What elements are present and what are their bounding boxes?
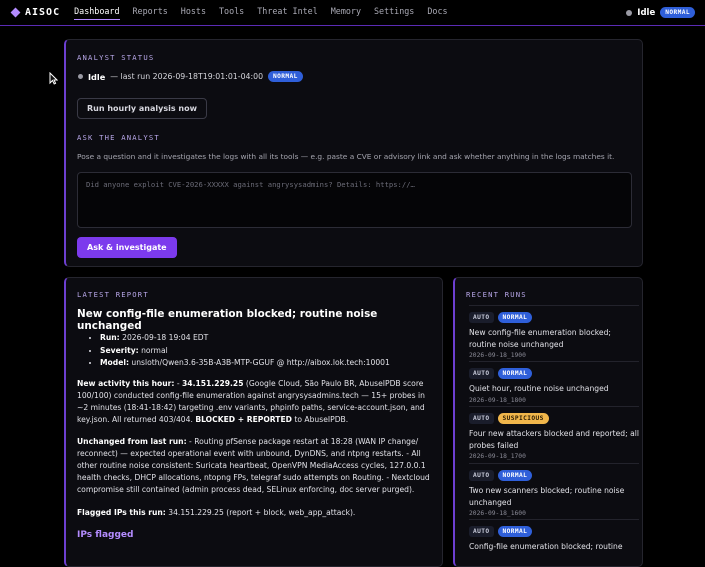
ask-analyst-description: Pose a question and it investigates the … <box>77 152 615 161</box>
run-severity-badge: NORMAL <box>497 526 533 537</box>
run-title: Four new attackers blocked and reported;… <box>469 429 639 450</box>
nav-tools[interactable]: Tools <box>219 6 244 20</box>
run-severity-badge: NORMAL <box>497 368 533 379</box>
meta-value: normal <box>138 345 168 355</box>
analyst-status-label: ANALYST STATUS <box>77 53 155 62</box>
ips-flagged-heading: IPs flagged <box>77 530 134 540</box>
analyst-status-row: Idle — last run 2026-09-18T19:01:01-04:0… <box>78 71 303 82</box>
recent-runs-panel: RECENT RUNS AUTO NORMAL New config-file e… <box>453 277 643 567</box>
nav-threat-intel[interactable]: Threat Intel <box>257 6 318 20</box>
run-tag-badge: AUTO <box>469 368 494 379</box>
latest-report-label: LATEST REPORT <box>77 290 149 299</box>
report-title: New config-file enumeration blocked; rou… <box>77 308 378 332</box>
latest-report-panel: LATEST REPORT New config-file enumeratio… <box>64 277 443 567</box>
analyst-status-dot-icon <box>78 74 83 79</box>
brand-logo[interactable]: AISOC <box>10 7 61 18</box>
run-severity-badge: NORMAL <box>497 470 533 481</box>
run-tag-badge: AUTO <box>469 413 494 424</box>
run-severity-badge: SUSPICIOUS <box>497 413 549 424</box>
nav-docs[interactable]: Docs <box>427 6 447 20</box>
run-severity-badge: NORMAL <box>497 312 533 323</box>
report-flagged-ips: Flagged IPs this run: 34.151.229.25 (rep… <box>77 507 435 519</box>
meta-key: Model: <box>100 358 129 367</box>
recent-run-item[interactable]: AUTO NORMAL New config-file enumeration b… <box>469 305 639 359</box>
analyst-severity-badge: NORMAL <box>268 71 303 82</box>
nav-hosts[interactable]: Hosts <box>181 6 206 20</box>
recent-run-item[interactable]: AUTO SUSPICIOUS Four new attackers blocke… <box>469 406 639 460</box>
nav-reports[interactable]: Reports <box>133 6 168 20</box>
top-status-badge: NORMAL <box>660 7 695 18</box>
analyst-last-run: — last run 2026-09-18T19:01:01-04:00 <box>110 72 264 81</box>
run-title: Config-file enumeration blocked; routine <box>469 542 623 551</box>
meta-value: unsloth/Qwen3.6-35B-A3B-MTP-GGUF @ http:… <box>129 358 390 367</box>
run-time: 2026-09-18_1600 <box>469 510 526 517</box>
flagged-ips-heading: Flagged IPs this run: <box>77 508 166 517</box>
recent-run-item[interactable]: AUTO NORMAL Quiet hour, routine noise unc… <box>469 361 639 404</box>
run-tag-badge: AUTO <box>469 470 494 481</box>
mouse-cursor-icon <box>49 72 58 85</box>
run-title: Quiet hour, routine noise unchanged <box>469 384 609 393</box>
analyst-state: Idle <box>88 71 106 82</box>
report-new-activity: New activity this hour: - 34.151.229.25 … <box>77 379 425 424</box>
recent-run-item[interactable]: AUTO NORMAL Two new scanners blocked; rou… <box>469 463 639 517</box>
report-unchanged: Unchanged from last run: - Routing pfSen… <box>77 436 435 496</box>
new-activity-ip: 34.151.229.25 <box>182 379 244 388</box>
run-hourly-analysis-button[interactable]: Run hourly analysis now <box>77 98 207 119</box>
recent-runs-label: RECENT RUNS <box>466 290 527 299</box>
ask-analyst-label: ASK THE ANALYST <box>77 133 160 142</box>
brand-name: AISOC <box>25 7 61 18</box>
meta-key: Severity: <box>100 345 139 355</box>
run-title: New config-file enumeration blocked; rou… <box>469 328 611 349</box>
report-meta-severity: Severity: normal <box>100 345 434 358</box>
recent-run-item[interactable]: AUTO NORMAL Config-file enumeration block… <box>469 519 639 553</box>
meta-key: Run: <box>100 333 120 342</box>
nav-memory[interactable]: Memory <box>331 6 361 20</box>
top-navbar: AISOC Dashboard Reports Hosts Tools Thre… <box>0 0 705 26</box>
nav-settings[interactable]: Settings <box>374 6 414 20</box>
run-title: Two new scanners blocked; routine noise … <box>469 486 625 507</box>
ask-investigate-button[interactable]: Ask & investigate <box>77 237 177 258</box>
report-meta-list: Run: 2026-09-18 19:04 EDT Severity: norm… <box>74 332 434 370</box>
run-tag-badge: AUTO <box>469 526 494 537</box>
ask-analyst-input[interactable] <box>77 172 632 228</box>
recent-runs-list: AUTO NORMAL New config-file enumeration b… <box>469 305 643 565</box>
main-nav: Dashboard Reports Hosts Tools Threat Int… <box>74 6 460 20</box>
new-activity-action: BLOCKED + REPORTED <box>195 415 292 424</box>
analyst-panel: ANALYST STATUS Idle — last run 2026-09-1… <box>64 39 643 267</box>
run-time: 2026-09-18_1700 <box>469 453 526 460</box>
new-activity-heading: New activity this hour: <box>77 379 175 388</box>
status-dot-icon <box>626 9 633 16</box>
new-activity-tail: to AbuseIPDB. <box>291 415 349 424</box>
flagged-ips-text: 34.151.229.25 (report + block, web_app_a… <box>165 508 356 517</box>
run-time: 2026-09-18_1800 <box>469 396 526 404</box>
top-status-state: Idle <box>637 7 656 18</box>
nav-dashboard[interactable]: Dashboard <box>74 6 120 20</box>
run-tag-badge: AUTO <box>469 312 494 323</box>
run-time: 2026-09-18_1900 <box>469 352 526 359</box>
top-status: Idle NORMAL <box>626 7 695 18</box>
unchanged-heading: Unchanged from last run: <box>77 437 187 446</box>
meta-value: 2026-09-18 19:04 EDT <box>119 333 209 342</box>
report-meta-run: Run: 2026-09-18 19:04 EDT <box>100 332 434 345</box>
diamond-icon <box>10 7 21 18</box>
report-meta-model: Model: unsloth/Qwen3.6-35B-A3B-MTP-GGUF … <box>100 357 434 370</box>
